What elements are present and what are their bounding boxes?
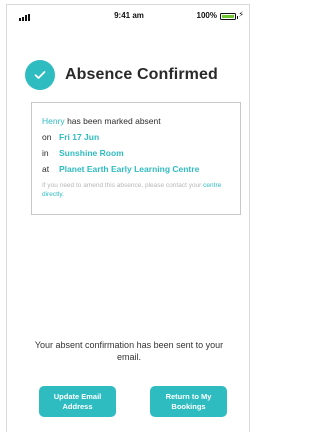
centre-name: Planet Earth Early Learning Centre — [59, 164, 200, 174]
absence-date: Fri 17 Jun — [59, 132, 100, 142]
confirmation-header: Absence Confirmed — [25, 60, 218, 90]
centre-row: at Planet Earth Early Learning Centre — [42, 163, 230, 179]
absence-details-card: Henry has been marked absent on Fri 17 Ju… — [31, 102, 241, 215]
amend-note: If you need to amend this absence, pleas… — [42, 181, 230, 199]
room-name: Sunshine Room — [59, 148, 124, 158]
status-bar: 9:41 am 100% ⚡ — [7, 10, 251, 25]
battery-icon — [220, 13, 238, 20]
return-to-bookings-button[interactable]: Return to My Bookings — [150, 386, 227, 417]
date-row: on Fri 17 Jun — [42, 131, 230, 147]
phone-screen: 9:41 am 100% ⚡ Absence Confirmed Henry h… — [6, 4, 250, 432]
confirmation-message: Your absent confirmation has been sent t… — [34, 340, 224, 362]
marked-absent-row: Henry has been marked absent — [42, 115, 230, 131]
checkmark-icon — [25, 60, 55, 90]
amend-note-text: If you need to amend this absence, pleas… — [42, 182, 202, 189]
marked-absent-text: has been marked absent — [67, 116, 161, 126]
child-name: Henry — [42, 116, 65, 126]
room-row: in Sunshine Room — [42, 147, 230, 163]
page-title: Absence Confirmed — [65, 66, 218, 83]
bolt-icon: ⚡ — [238, 10, 244, 19]
at-label: at — [42, 164, 50, 174]
battery-percent: 100% — [196, 11, 217, 20]
on-label: on — [42, 132, 52, 142]
update-email-button[interactable]: Update Email Address — [39, 386, 116, 417]
in-label: in — [42, 148, 49, 158]
